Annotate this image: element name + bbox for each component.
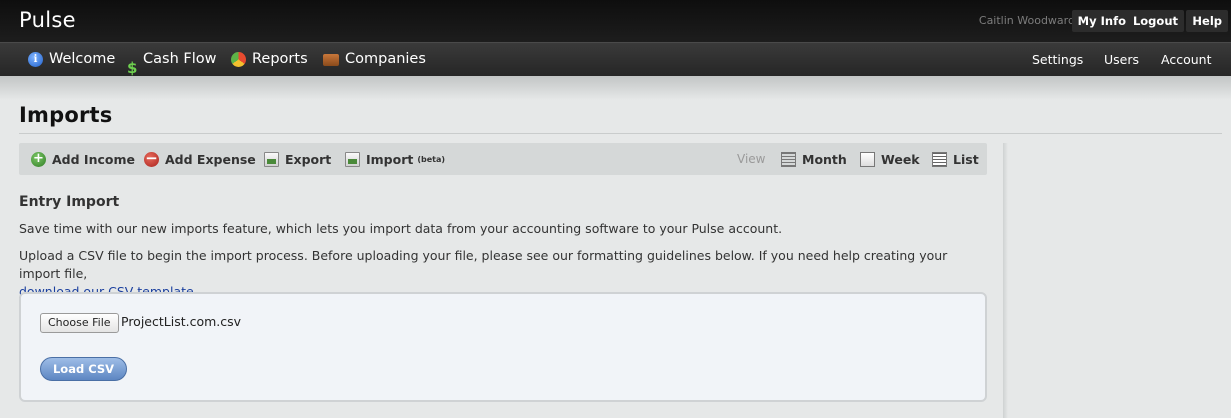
minus-icon: − [144, 148, 159, 167]
nav-item-label: Welcome [49, 51, 116, 67]
upload-instructions-text: Upload a CSV file to begin the import pr… [19, 248, 948, 281]
plus-icon: + [31, 151, 46, 167]
nav-item-welcome[interactable]: i Welcome [28, 43, 115, 76]
briefcase-icon [323, 53, 339, 66]
nav-item-companies[interactable]: Companies [323, 43, 426, 76]
week-label: Week [881, 151, 920, 167]
main-nav: i Welcome $ Cash Flow Reports Companies … [0, 42, 1231, 77]
title-divider [19, 133, 1222, 134]
calendar-week-icon [860, 151, 875, 167]
top-bar: Pulse Caitlin Woodward My Info Logout He… [0, 0, 1231, 42]
add-expense-button[interactable]: − Add Expense [144, 143, 256, 175]
export-label: Export [285, 151, 332, 167]
view-month-button[interactable]: Month [781, 143, 847, 175]
nav-item-label: Companies [345, 51, 426, 67]
nav-settings[interactable]: Settings [1032, 43, 1083, 76]
selected-file-name: ProjectList.com.csv [121, 314, 242, 329]
upload-panel: Choose File ProjectList.com.csv Load CSV [19, 292, 987, 402]
export-icon [264, 151, 279, 167]
import-label: Import [366, 151, 414, 167]
list-icon [932, 151, 947, 167]
choose-file-button[interactable]: Choose File [40, 313, 119, 333]
add-expense-label: Add Expense [165, 151, 256, 167]
import-button[interactable]: Import (beta) [345, 143, 445, 175]
add-income-button[interactable]: + Add Income [31, 143, 135, 175]
view-week-button[interactable]: Week [860, 143, 920, 175]
nav-shadow [0, 76, 1231, 100]
load-csv-button[interactable]: Load CSV [40, 357, 127, 381]
section-heading: Entry Import [19, 194, 120, 210]
brand-logo[interactable]: Pulse [19, 8, 76, 32]
entry-toolbar: + Add Income − Add Expense Export Import… [19, 143, 987, 175]
dollar-icon: $ [127, 59, 138, 77]
page-title: Imports [19, 103, 113, 127]
nav-item-label: Reports [252, 51, 308, 67]
nav-item-cash-flow[interactable]: $ Cash Flow [127, 43, 217, 77]
view-list-button[interactable]: List [932, 143, 979, 175]
my-info-button[interactable]: My Info [1071, 10, 1132, 32]
add-income-label: Add Income [52, 151, 135, 167]
list-label: List [953, 151, 979, 167]
help-button[interactable]: Help [1186, 10, 1228, 32]
export-button[interactable]: Export [264, 143, 331, 175]
sidebar-divider [1003, 143, 1008, 418]
view-label: View [737, 152, 766, 166]
beta-badge: (beta) [417, 154, 446, 164]
user-name: Caitlin Woodward [978, 14, 1075, 27]
month-label: Month [802, 151, 847, 167]
nav-item-reports[interactable]: Reports [231, 43, 308, 76]
import-icon [345, 151, 360, 167]
pie-chart-icon [231, 52, 246, 67]
intro-text: Save time with our new imports feature, … [19, 221, 783, 236]
nav-users[interactable]: Users [1104, 43, 1139, 76]
nav-account[interactable]: Account [1161, 43, 1211, 76]
calendar-month-icon [781, 151, 796, 167]
nav-item-label: Cash Flow [143, 51, 217, 67]
info-icon: i [28, 52, 43, 67]
logout-button[interactable]: Logout [1126, 10, 1184, 32]
